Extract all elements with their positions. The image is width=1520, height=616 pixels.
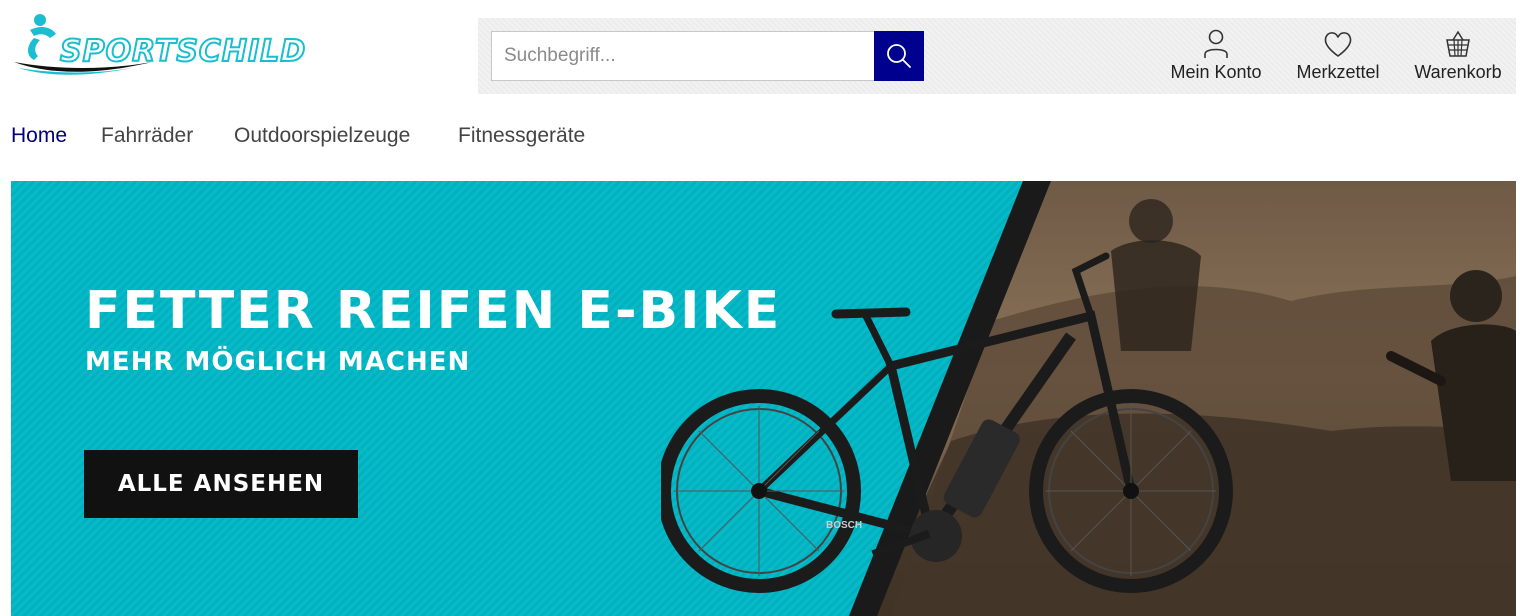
hero-subtitle: MEHR MÖGLICH MACHEN [85,347,471,377]
cart-label: Warenkorb [1414,62,1502,82]
account-label: Mein Konto [1170,62,1262,82]
wishlist-label: Merkzettel [1296,62,1380,82]
nav-item-outdoorspielzeuge[interactable]: Outdoorspielzeuge [234,124,410,148]
cart-link[interactable]: Warenkorb [1408,28,1508,88]
bike-brand-label: BOSCH [826,520,862,531]
search-input[interactable] [491,31,875,81]
header: SPORTSCHILD Mein Konto Merkzettel [0,0,1520,100]
search-button[interactable] [874,31,924,81]
view-all-button[interactable]: ALLE ANSEHEN [84,450,358,518]
search-panel: Mein Konto Merkzettel Warenkorb [478,18,1516,94]
heart-icon [1324,32,1352,57]
brand-logo[interactable]: SPORTSCHILD [12,12,306,78]
user-icon [1204,29,1228,58]
hero-title: FETTER REIFEN E-BIKE [85,281,782,341]
nav-item-fitnessgeraete[interactable]: Fitnessgeräte [458,124,585,148]
nav-item-home[interactable]: Home [11,124,67,148]
nav-item-fahrraeder[interactable]: Fahrräder [101,124,193,148]
search-icon [887,44,911,68]
wishlist-link[interactable]: Merkzettel [1290,28,1386,88]
account-link[interactable]: Mein Konto [1168,28,1264,88]
hero-banner[interactable]: BOSCH FETTER REIFEN E-BIKE MEHR MÖGLICH … [11,181,1516,616]
brand-name: SPORTSCHILD [59,33,307,70]
basket-icon [1446,30,1470,57]
